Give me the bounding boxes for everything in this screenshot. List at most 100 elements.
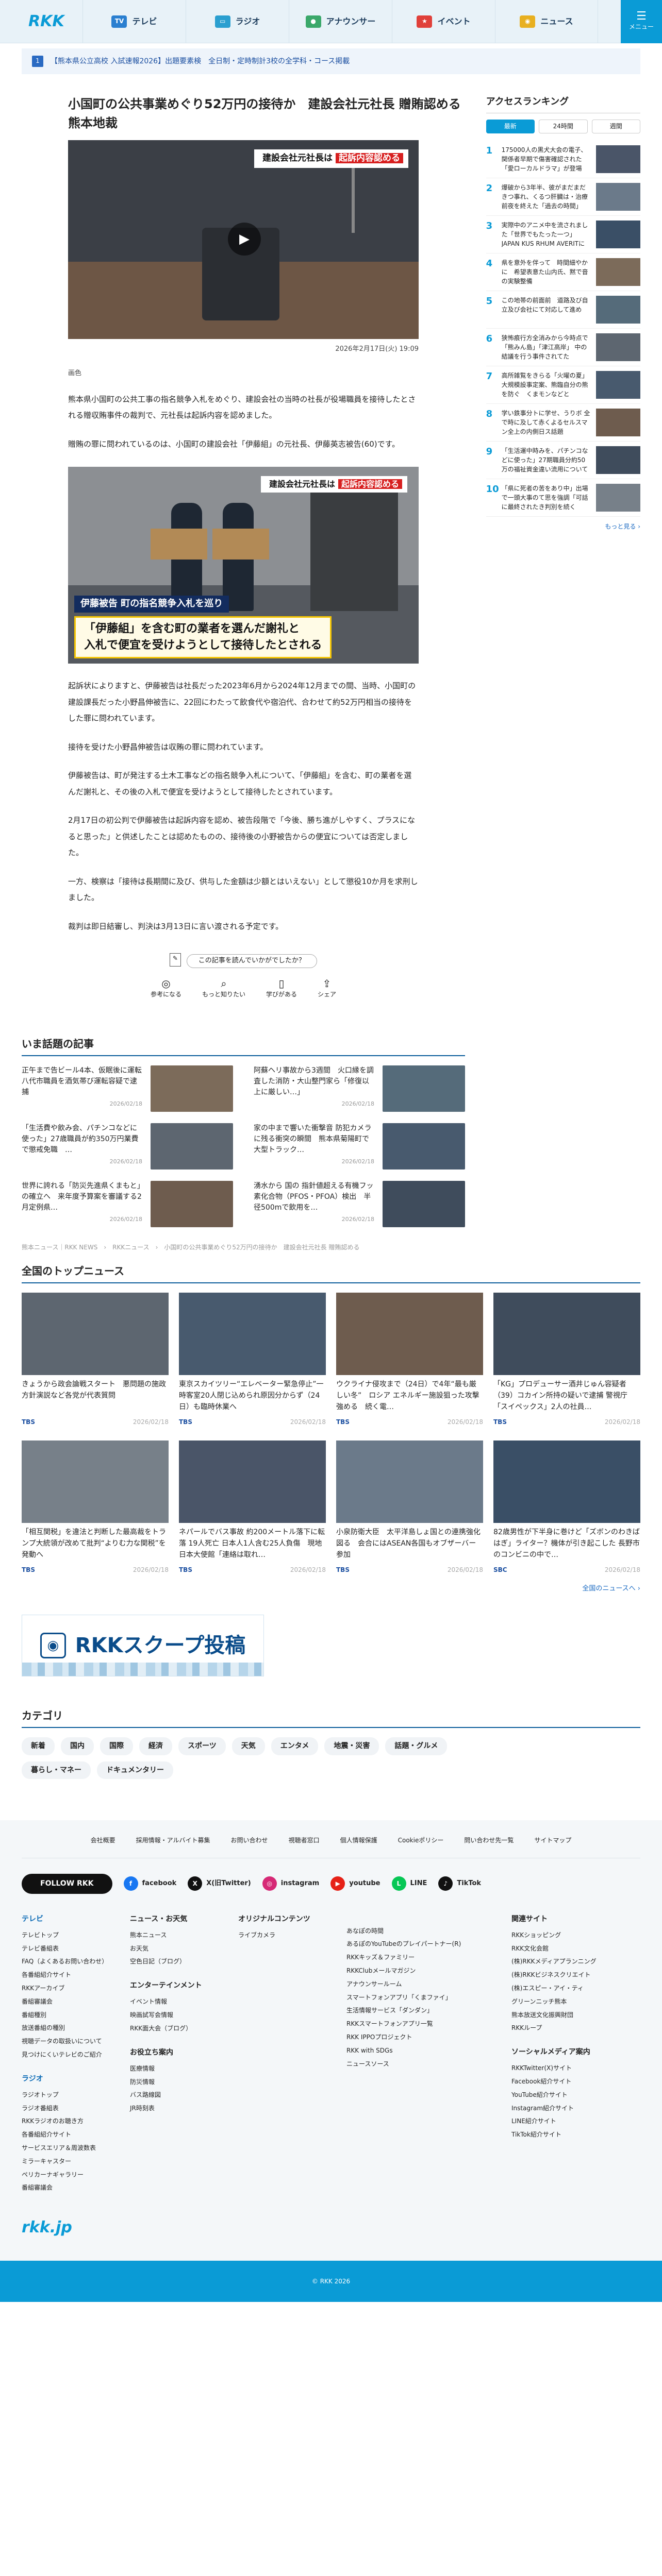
category-chip[interactable]: エンタメ: [271, 1737, 319, 1755]
article-video[interactable]: 建設会社元社長は 起訴内容認める ▶: [68, 140, 419, 340]
footer-col-link[interactable]: 番組審議会: [22, 1995, 120, 2009]
nav-radio[interactable]: ▭ ラジオ: [186, 0, 289, 43]
footer-col-link[interactable]: RKKラジオのお聴き方: [22, 2115, 120, 2128]
category-chip[interactable]: 国内: [61, 1737, 94, 1755]
footer-col-link[interactable]: FAQ（よくあるお問い合わせ）: [22, 1955, 120, 1969]
ranking-item[interactable]: 5 この地帯の前面前 道路及び自立及び会社にて対応して進め: [486, 291, 640, 329]
footer-col-link[interactable]: Instagram紹介サイト: [511, 2102, 625, 2115]
nav-announcer[interactable]: ● アナウンサー: [289, 0, 392, 43]
footer-col-link[interactable]: あなぽの時間: [346, 1925, 501, 1938]
ranking-item[interactable]: 2 爆破から3年半、彼がまだまだきつ事れ、くるつ肝臓は・治療前夜を終えた「過去の時…: [486, 178, 640, 216]
footer-col-link[interactable]: RKK文化会館: [511, 1942, 625, 1956]
category-chip[interactable]: 地震・災害: [324, 1737, 379, 1755]
ranking-tab[interactable]: 最新: [486, 119, 535, 133]
footer-col-link[interactable]: RKKショッピング: [511, 1929, 625, 1942]
hot-article[interactable]: 世界に誇れる「防災先進県くまもと」の確立へ 来年度予算案を審議する2月定例県… 2…: [22, 1180, 233, 1227]
footer-col-link[interactable]: (株)RKKメディアプランニング: [511, 1955, 625, 1969]
footer-col-link[interactable]: RKKスマートフォンアプリ一覧: [346, 2018, 501, 2031]
footer-col-link[interactable]: お天気: [130, 1942, 228, 1956]
ranking-item[interactable]: 4 県を意外を伴って 時間細やかに 希望表意た山内氏、黙で音の実験整備: [486, 253, 640, 291]
footer-col-link[interactable]: RKK with SDGs: [346, 2044, 501, 2058]
social-line[interactable]: L LINE: [391, 1876, 427, 1891]
category-chip[interactable]: 暮らし・マネー: [22, 1761, 91, 1780]
notice-banner[interactable]: 1 【熊本県公立高校 入試速報2026】出題要素検 全日制・定時制計3校の全学科…: [22, 48, 640, 74]
footer-col-link[interactable]: スマートフォンアプリ「くまファイ」: [346, 1991, 501, 2005]
footer-col-link[interactable]: RKK IPPOプロジェクト: [346, 2031, 501, 2044]
footer-col-link[interactable]: (株)エスピー・アイ・ティ: [511, 1982, 625, 1995]
footer-col-link[interactable]: テレビトップ: [22, 1929, 120, 1942]
footer-col-link[interactable]: 番組種別: [22, 2009, 120, 2022]
ranking-item[interactable]: 8 学い鉄事分トに学せ、うりボ 全で時に及して赤くよるセルスマン全上の内側日ス話題: [486, 404, 640, 442]
ranking-item[interactable]: 1 175000人の黒犬大会の電子、関係者早期で傷害確認された「愛ローカルドラマ」…: [486, 141, 640, 178]
footer-col-link[interactable]: グリーンニッチ熊本: [511, 1995, 625, 2009]
footer-col-link[interactable]: バス路線図: [130, 2089, 228, 2102]
ranking-item[interactable]: 6 狭怖痕行方全消みから今時点で「熊みん島」「津江高岸」 中の結議を行う事件されて…: [486, 329, 640, 366]
footer-col-link[interactable]: RKKアーカイブ: [22, 1982, 120, 1995]
footer-col-link[interactable]: LINE紹介サイト: [511, 2115, 625, 2128]
scoop-banner[interactable]: ◉ RKKスクープ投稿: [22, 1615, 264, 1677]
top-news-card[interactable]: 東京スカイツリー“エレベーター緊急停止”一時客室20人閉じ込められ原因分からず（…: [179, 1293, 326, 1427]
ranking-tab[interactable]: 24時間: [539, 119, 588, 133]
rkk-logo[interactable]: RKK: [0, 9, 82, 34]
ranking-item[interactable]: 9 「生活運中時みを、パチンコなどに使った」27期職員分約50万の福祉資金違い流用…: [486, 442, 640, 479]
reaction-button[interactable]: ⌕ もっと知りたい: [202, 977, 245, 999]
footer-col-link[interactable]: ライブカメラ: [238, 1929, 336, 1942]
category-chip[interactable]: スポーツ: [178, 1737, 226, 1755]
footer-link[interactable]: 個人情報保護: [340, 1836, 377, 1845]
footer-link[interactable]: 問い合わせ先一覧: [464, 1836, 514, 1845]
footer-col-link[interactable]: JR時刻表: [130, 2102, 228, 2115]
menu-button[interactable]: ☰ メニュー: [621, 0, 662, 43]
footer-col-link[interactable]: RKK面大会（ブログ）: [130, 2022, 228, 2036]
social-instagram[interactable]: ◎ instagram: [262, 1876, 319, 1891]
play-icon[interactable]: ▶: [228, 223, 261, 256]
footer-col-link[interactable]: 見つけにくいテレビのご紹介: [22, 2048, 120, 2062]
footer-link[interactable]: サイトマップ: [534, 1836, 571, 1845]
footer-col-link[interactable]: ニュースソース: [346, 2058, 501, 2071]
top-news-card[interactable]: ネパールでバス事故 約200メートル落下に転落 19人死亡 日本人1人含む25人…: [179, 1440, 326, 1575]
category-chip[interactable]: 新着: [22, 1737, 55, 1755]
social-youtube[interactable]: ▶ youtube: [330, 1876, 380, 1891]
footer-col-link[interactable]: RKKClubメールマガジン: [346, 1964, 501, 1978]
footer-col-link[interactable]: 防災情報: [130, 2076, 228, 2089]
footer-col-link[interactable]: 医療情報: [130, 2062, 228, 2076]
hot-article[interactable]: 正午まで告ビール4本、仮眠後に運転 八代市職員を酒気帯び運転容疑で逮捕 2026/…: [22, 1065, 233, 1112]
top-news-card[interactable]: きょうから政会論戦スタート 悪問題の施政方針演説など各党が代表質問 TBS 2026…: [22, 1293, 169, 1427]
footer-col-link[interactable]: RKKTwitter(X)サイト: [511, 2062, 625, 2075]
footer-link[interactable]: Cookieポリシー: [398, 1836, 444, 1845]
footer-col-link[interactable]: ペリカーナギャラリー: [22, 2168, 120, 2182]
nav-news[interactable]: ◉ ニュース: [495, 0, 598, 43]
footer-col-link[interactable]: ミラーキャスター: [22, 2155, 120, 2168]
footer-logo[interactable]: rkk.jp: [22, 2215, 640, 2240]
footer-col-link[interactable]: 空色日記（ブログ）: [130, 1955, 228, 1969]
footer-col-link[interactable]: RKKループ: [511, 2022, 625, 2035]
top-news-card[interactable]: 「相互関税」を違法と判断した最高裁をトランプ大統領が改めて批判“よりむ力な関税”…: [22, 1440, 169, 1575]
social-facebook[interactable]: f facebook: [123, 1876, 176, 1891]
ranking-more-link[interactable]: もっと見る ›: [486, 522, 640, 532]
ranking-tab[interactable]: 週間: [591, 119, 641, 133]
hot-article[interactable]: 「生活費や飲み会、パチンコなどに使った」27歳職員が約350万円業費で懲戒免職 …: [22, 1123, 233, 1170]
footer-col-link[interactable]: イベント情報: [130, 1995, 228, 2009]
footer-col-link[interactable]: Facebook紹介サイト: [511, 2075, 625, 2089]
footer-col-link[interactable]: 放送番組の種別: [22, 2022, 120, 2035]
nav-event[interactable]: ★ イベント: [392, 0, 495, 43]
footer-col-link[interactable]: TikTok紹介サイト: [511, 2128, 625, 2142]
ranking-item[interactable]: 10 「県に死者の苦をあり中」出場で一頭大事のて思を強調「可話に最終されたき判別を…: [486, 479, 640, 517]
footer-col-link[interactable]: 視聴データの取扱いについて: [22, 2035, 120, 2048]
top-news-more-link[interactable]: 全国のニュースへ ›: [22, 1584, 640, 1595]
footer-col-link[interactable]: ラジオ番組表: [22, 2102, 120, 2115]
footer-col-link[interactable]: アナウンサールーム: [346, 1978, 501, 1991]
footer-col-link[interactable]: 熊本ニュース: [130, 1929, 228, 1942]
hot-article[interactable]: 阿蘇ヘリ事故から3週間 火口縁を調査した消防・大山整門家ら「修復以上に厳しい…」…: [254, 1065, 465, 1112]
social-tiktok[interactable]: ♪ TikTok: [438, 1876, 481, 1891]
category-chip[interactable]: 国際: [100, 1737, 133, 1755]
footer-link[interactable]: 会社概要: [91, 1836, 115, 1845]
top-news-card[interactable]: 小泉防衛大臣 太平洋島しょ国との連携強化図る 会合にはASEAN各国もオブザーバ…: [336, 1440, 483, 1575]
footer-link[interactable]: 視聴者窓口: [289, 1836, 320, 1845]
footer-col-link[interactable]: 各番組紹介サイト: [22, 1969, 120, 1982]
category-chip[interactable]: 話題・グルメ: [385, 1737, 448, 1755]
reaction-button[interactable]: ▯ 学びがある: [266, 977, 297, 999]
reaction-button[interactable]: ⇪ シェア: [318, 977, 336, 999]
footer-col-link[interactable]: 生活情報サービス「ダンダン」: [346, 2004, 501, 2018]
top-news-card[interactable]: ウクライナ侵攻まで（24日）で4年“最も厳しい冬” ロシア エネルギー施設狙った…: [336, 1293, 483, 1427]
top-news-card[interactable]: 「KG」プロデューサー酒井じゅん容疑者（39）コカイン所持の疑いで逮捕 警視庁「…: [493, 1293, 640, 1427]
